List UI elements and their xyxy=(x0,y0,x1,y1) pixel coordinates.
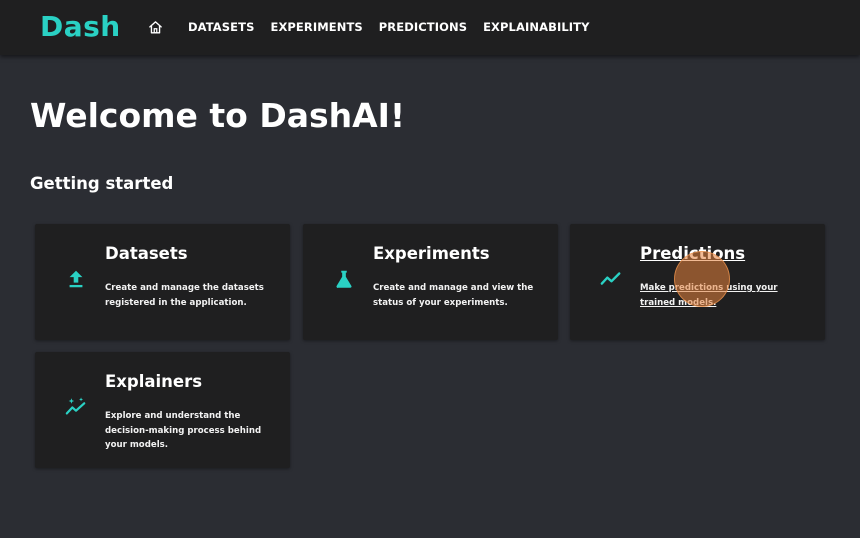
card-experiments[interactable]: Experiments Create and manage and view t… xyxy=(303,224,558,340)
card-predictions[interactable]: Predictions Make predictions using your … xyxy=(570,224,825,340)
nav-datasets[interactable]: DATASETS xyxy=(188,20,254,34)
nav-predictions[interactable]: PREDICTIONS xyxy=(379,20,467,34)
nav-experiments[interactable]: EXPERIMENTS xyxy=(270,20,362,34)
home-button[interactable] xyxy=(146,18,164,36)
home-icon xyxy=(148,20,162,33)
trending-line-icon xyxy=(600,272,621,285)
card-title: Explainers xyxy=(105,372,203,391)
sparkle-trend-icon xyxy=(65,397,86,415)
card-title: Experiments xyxy=(373,244,490,263)
card-datasets[interactable]: Datasets Create and manage the datasets … xyxy=(35,224,290,340)
top-navbar: Dash DATASETS EXPERIMENTS PREDICTIONS EX… xyxy=(0,0,860,55)
upload-icon xyxy=(69,270,83,288)
section-subtitle: Getting started xyxy=(30,174,174,193)
card-description: Make predictions using your trained mode… xyxy=(640,283,778,308)
page-title: Welcome to DashAI! xyxy=(30,96,406,135)
app-logo[interactable]: Dash xyxy=(40,9,121,45)
card-description: Explore and understand the decision-maki… xyxy=(105,411,262,450)
card-description: Create and manage and view the status of… xyxy=(373,283,534,308)
card-explainers[interactable]: Explainers Explore and understand the de… xyxy=(35,352,290,468)
card-title: Datasets xyxy=(105,244,188,263)
main-nav: DATASETS EXPERIMENTS PREDICTIONS EXPLAIN… xyxy=(146,17,606,37)
nav-explainability[interactable]: EXPLAINABILITY xyxy=(483,20,589,34)
card-title: Predictions xyxy=(640,244,746,263)
card-description: Create and manage the datasets registere… xyxy=(105,283,264,308)
flask-icon xyxy=(336,270,352,288)
